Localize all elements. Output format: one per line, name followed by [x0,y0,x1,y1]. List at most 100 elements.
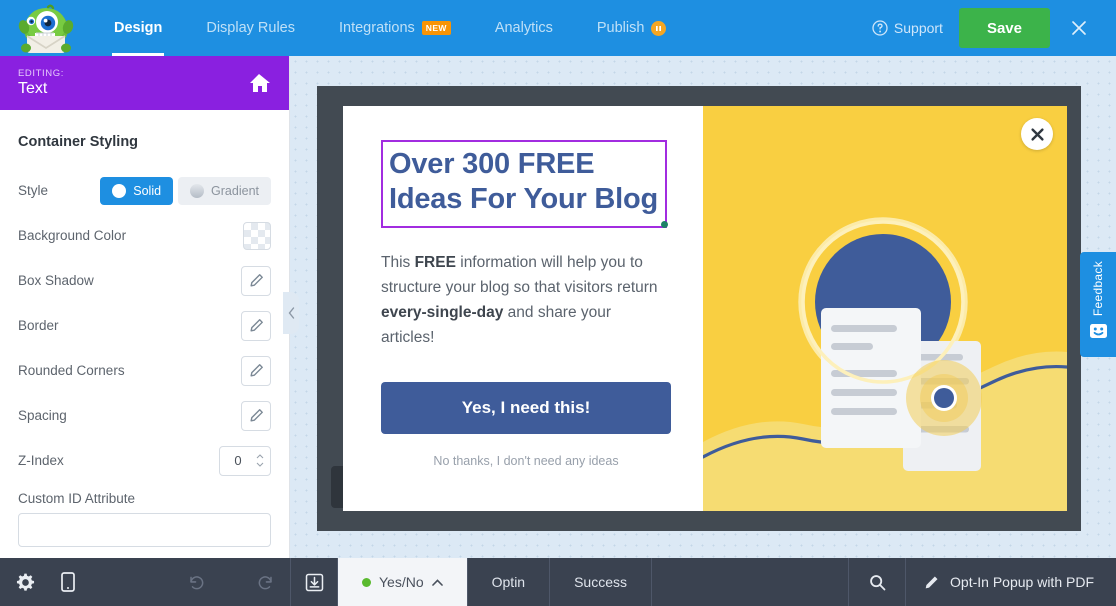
box-shadow-edit-button[interactable] [241,265,271,296]
nav-tab-publish-label: Publish [596,20,645,36]
style-toggle-group: Solid Gradient [100,176,271,205]
custom-id-input[interactable] [18,513,271,547]
custom-id-group: Custom ID Attribute [18,483,271,547]
redo-button[interactable] [257,574,274,591]
campaign-preview-canvas: Over 300 FREE Ideas For Your Blog This F… [290,56,1116,558]
pencil-icon [249,319,263,332]
view-tab-yes-no[interactable]: Yes/No [338,558,467,606]
style-option-gradient[interactable]: Gradient [178,176,271,205]
popup-preview: Over 300 FREE Ideas For Your Blog This F… [343,106,1067,511]
body-text-bold-every-single-day: every-single-day [381,303,504,321]
chevron-up-icon [431,578,443,586]
campaign-name-label: Opt-In Popup with PDF [950,574,1094,590]
nav-tab-analytics-label: Analytics [494,20,553,36]
view-tab-optin-label: Optin [491,574,526,590]
smiley-icon [1089,323,1108,344]
body-text-bold-free: FREE [414,253,456,271]
nav-tab-display-rules-label: Display Rules [206,20,295,36]
close-builder-button[interactable] [1050,19,1102,37]
custom-id-label: Custom ID Attribute [18,491,136,506]
view-tab-success-label: Success [574,574,628,590]
gradient-swatch-icon [190,183,205,198]
preview-frame: Over 300 FREE Ideas For Your Blog This F… [317,86,1081,531]
style-row: Style Solid Gradient [18,168,271,213]
sidebar-collapse-handle[interactable] [283,292,299,334]
popup-headline-line1: Over 300 FREE [389,148,595,180]
popup-decline-link[interactable]: No thanks, I don't need any ideas [381,454,671,468]
pause-badge-icon [651,20,667,36]
spacing-edit-button[interactable] [241,400,271,431]
popup-body-text[interactable]: This FREE information will help you to s… [381,250,663,350]
style-option-solid-label: Solid [133,183,162,198]
settings-button[interactable] [16,573,35,592]
spacing-row: Spacing [18,393,271,438]
border-edit-button[interactable] [241,310,271,341]
spacing-label: Spacing [18,408,67,423]
popup-close-button[interactable] [1021,118,1053,150]
pencil-icon [249,409,263,422]
close-icon [1030,127,1044,141]
nav-tab-publish[interactable]: Publish [575,0,689,56]
nav-tab-analytics[interactable]: Analytics [473,0,575,56]
mobile-preview-button[interactable] [61,572,75,592]
nav-tab-design-label: Design [114,20,163,36]
undo-button[interactable] [188,574,205,591]
export-icon [305,573,323,591]
app-logo[interactable] [0,0,92,56]
popup-illustration-column [703,106,1067,511]
popup-headline-line2: Ideas For Your Blog [389,183,659,216]
document-illustration [703,106,1067,511]
undo-icon [190,575,204,589]
popup-cta-button[interactable]: Yes, I need this! [381,382,671,435]
rounded-corners-label: Rounded Corners [18,363,125,378]
help-circle-icon [872,20,888,36]
stepper-arrows-icon[interactable] [256,454,270,467]
export-button[interactable] [291,558,337,606]
left-settings-sidebar: EDITING: Text Container Styling Style So… [0,56,290,558]
popup-content-column: Over 300 FREE Ideas For Your Blog This F… [343,106,703,511]
editing-header: EDITING: Text [0,56,289,110]
chevron-up-icon [256,454,264,459]
popup-headline[interactable]: Over 300 FREE Ideas For Your Blog [381,140,669,228]
redo-icon [258,575,272,589]
styling-panel-body: Container Styling Style Solid Gradient B… [0,110,289,547]
view-tab-success[interactable]: Success [550,558,651,606]
bottom-toolbar: Yes/No Optin Success Opt-In Popup with P… [0,558,1116,606]
campaign-name-button[interactable]: Opt-In Popup with PDF [906,558,1116,606]
pencil-icon [249,364,263,377]
style-row-label: Style [18,183,49,198]
bottom-toolbar-left-group [0,558,290,606]
new-badge: NEW [421,21,451,35]
status-dot-icon [362,577,371,587]
nav-tab-design[interactable]: Design [92,0,184,56]
pencil-icon [925,576,938,588]
pencil-icon [249,274,263,287]
background-color-label: Background Color [18,228,127,243]
z-index-stepper[interactable]: 0 [219,445,271,476]
mobile-icon [61,572,75,592]
background-color-swatch[interactable] [243,221,271,250]
top-navigation-bar: Design Display Rules Integrations NEW An… [0,0,1116,56]
nav-tab-display-rules[interactable]: Display Rules [184,0,317,56]
z-index-row: Z-Index 0 [18,438,271,483]
support-button[interactable]: Support [856,20,959,36]
save-button[interactable]: Save [958,8,1050,48]
border-row: Border [18,303,271,348]
background-color-row: Background Color [18,213,271,258]
chevron-down-icon [256,462,264,467]
optinmonster-mascot-icon [18,4,74,53]
chevron-left-icon [288,307,294,319]
view-tab-optin[interactable]: Optin [468,558,549,606]
rounded-corners-edit-button[interactable] [241,355,271,386]
panel-title: Container Styling [18,134,139,150]
optinmonster-campaign-builder: Design Display Rules Integrations NEW An… [0,0,1116,606]
style-option-solid[interactable]: Solid [100,176,174,205]
home-button[interactable] [247,72,271,94]
selection-resize-dot[interactable] [661,220,669,228]
home-icon [250,74,270,92]
editing-element-name: Text [18,80,48,97]
nav-tab-integrations[interactable]: Integrations NEW [317,0,473,56]
search-button[interactable] [849,558,905,606]
feedback-tab[interactable]: Feedback [1080,252,1116,357]
